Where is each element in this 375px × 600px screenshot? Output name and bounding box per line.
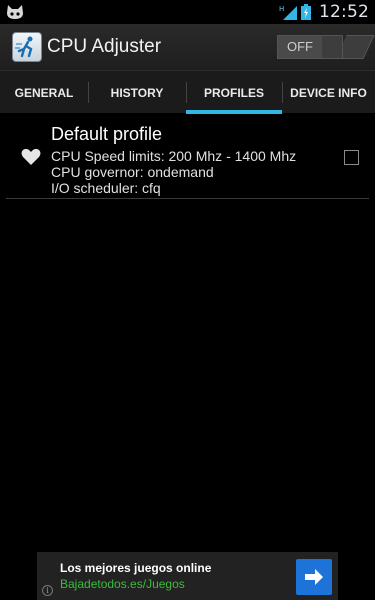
- ad-go-button[interactable]: [296, 559, 332, 595]
- tab-device-info[interactable]: DEVICE INFO: [282, 71, 375, 114]
- tab-profiles[interactable]: PROFILES: [186, 71, 282, 114]
- ad-banner[interactable]: Los mejores juegos online Bajadetodos.es…: [37, 552, 338, 600]
- tab-history[interactable]: HISTORY: [88, 71, 186, 114]
- profile-checkbox[interactable]: [344, 150, 359, 165]
- tab-label: GENERAL: [14, 85, 74, 100]
- tab-label: HISTORY: [110, 85, 164, 100]
- signal-icon: H: [279, 5, 297, 20]
- cpu-adjuster-app-icon[interactable]: [12, 32, 42, 62]
- power-toggle[interactable]: OFF: [277, 35, 343, 59]
- arrow-right-icon: [305, 569, 323, 585]
- heart-icon[interactable]: [21, 148, 41, 166]
- network-type-label: H: [279, 5, 284, 13]
- status-bar: H 12:52: [0, 0, 375, 24]
- toggle-label: OFF: [278, 36, 322, 58]
- battery-icon: [301, 4, 311, 20]
- action-bar: CPU Adjuster OFF: [0, 24, 375, 70]
- runner-icon: [15, 36, 33, 58]
- cat-icon: [7, 5, 23, 19]
- info-icon[interactable]: i: [42, 585, 53, 596]
- list-divider: [6, 198, 369, 199]
- tab-divider: [282, 82, 283, 103]
- list-item[interactable]: Default profile CPU Speed limits: 200 Mh…: [0, 114, 375, 200]
- cpu-governor: CPU governor: ondemand: [51, 164, 214, 180]
- ad-url: Bajadetodos.es/Juegos: [60, 577, 185, 591]
- tab-bar: GENERAL HISTORY PROFILES DEVICE INFO: [0, 70, 375, 114]
- ad-title: Los mejores juegos online: [60, 561, 212, 575]
- tab-divider: [186, 82, 187, 103]
- cpu-speed-limits: CPU Speed limits: 200 Mhz - 1400 Mhz: [51, 148, 297, 164]
- io-scheduler: I/O scheduler: cfq: [51, 180, 161, 196]
- tab-label: PROFILES: [203, 85, 264, 100]
- tab-divider: [88, 82, 89, 103]
- tab-label: DEVICE INFO: [290, 85, 367, 100]
- profile-name: Default profile: [51, 124, 163, 144]
- clock: 12:52: [319, 2, 369, 22]
- app-title: CPU Adjuster: [47, 36, 162, 57]
- tab-general[interactable]: GENERAL: [0, 71, 88, 114]
